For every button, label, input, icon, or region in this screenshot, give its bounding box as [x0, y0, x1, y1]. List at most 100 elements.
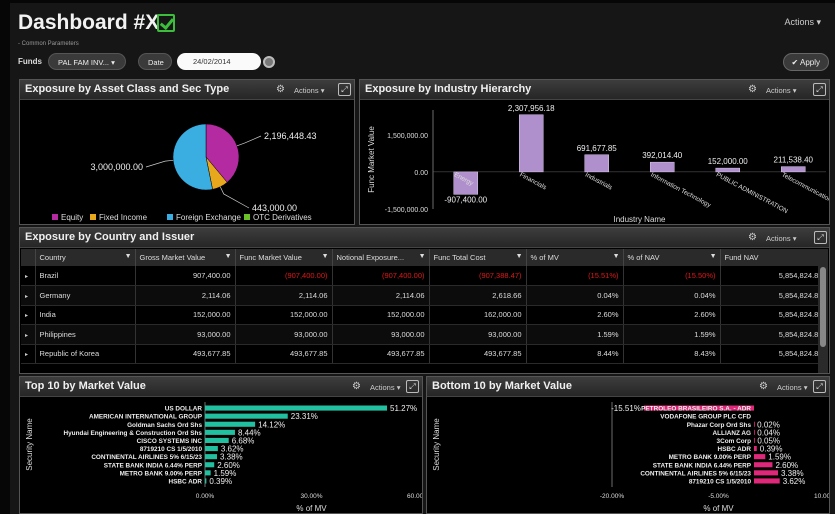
panel-actions[interactable]: Actions ▾	[777, 383, 807, 392]
table-cell: Germany	[35, 285, 136, 306]
panel-actions[interactable]: Actions ▾	[766, 86, 796, 95]
table-row[interactable]: ▸ Philippines 93,000.00 93,000.00 93,000.00 9…	[21, 324, 828, 345]
filter-icon[interactable]: ▼	[613, 253, 620, 260]
dashboard-window: Dashboard #X Actions ▾ - Common Paramete…	[10, 3, 835, 514]
chevron-down-icon: ▾	[111, 58, 115, 67]
table-cell: Brazil	[35, 266, 136, 286]
table-cell: Philippines	[35, 324, 136, 345]
table-cell: 93,000.00	[429, 324, 527, 345]
column-header[interactable]: Notional Exposure... ▼	[332, 249, 430, 266]
panel-actions-label: Actions	[766, 234, 791, 243]
row-expander[interactable]: ▸	[21, 285, 36, 306]
common-parameters-label: - Common Parameters	[18, 41, 79, 47]
gear-icon[interactable]: ⚙	[748, 84, 757, 95]
panel-header: Exposure by Industry Hierarchy ⚙ Actions…	[360, 80, 829, 100]
value-bar	[205, 437, 229, 443]
row-expander[interactable]: ▸	[21, 344, 36, 364]
table-cell: 2,114.06	[332, 285, 430, 306]
column-header-label: Func Total Cost	[433, 253, 486, 262]
panel-actions[interactable]: Actions ▾	[370, 383, 400, 392]
column-header-label: Notional Exposure...	[336, 253, 405, 262]
filter-icon[interactable]: ▼	[125, 253, 132, 260]
expand-icon[interactable]: ⤢	[338, 83, 351, 96]
table-row[interactable]: ▸ Republic of Korea 493,677.85 493,677.85 49…	[21, 344, 828, 364]
row-expander[interactable]: ▸	[21, 324, 36, 345]
x-tick-label: 0.00%	[196, 493, 215, 500]
chevron-right-icon[interactable]: ▸	[25, 294, 28, 300]
table-cell: 5,854,824.82	[720, 344, 828, 364]
value-bar	[205, 421, 256, 427]
panel-actions[interactable]: Actions ▾	[294, 86, 324, 95]
apply-button[interactable]: ✔ Apply	[782, 53, 829, 71]
filter-icon[interactable]: ▼	[322, 253, 329, 260]
column-header[interactable]: % of MV ▼	[526, 249, 624, 266]
actions-menu[interactable]: Actions ▾	[784, 17, 821, 28]
legend-label: Fixed Income	[99, 213, 148, 222]
table-cell: (15.50%)	[623, 266, 721, 286]
table-cell: 8.44%	[526, 344, 624, 364]
table-row[interactable]: ▸ India 152,000.00 152,000.00 152,000.00 162,…	[21, 305, 828, 325]
chevron-right-icon[interactable]: ▸	[25, 333, 28, 339]
chevron-right-icon[interactable]: ▸	[25, 313, 28, 319]
date-input[interactable]: 24/02/2014	[177, 53, 261, 70]
value-bar	[205, 446, 218, 452]
table-cell: 907,400.00	[135, 266, 236, 286]
gear-icon[interactable]: ⚙	[352, 381, 361, 392]
column-header[interactable]: Func Market Value ▼	[235, 249, 333, 266]
calendar-icon[interactable]	[263, 56, 275, 68]
table-row[interactable]: ▸ Brazil 907,400.00 (907,400.00) (907,400.00…	[21, 266, 828, 286]
filter-icon[interactable]: ▼	[516, 253, 523, 260]
pie-data-label: 443,000.00	[252, 203, 297, 213]
table-cell: 1.59%	[623, 324, 721, 345]
value-bar	[754, 478, 780, 484]
column-header[interactable]: Func Total Cost ▼	[429, 249, 527, 266]
table-cell: 152,000.00	[332, 305, 430, 325]
panel-actions[interactable]: Actions ▾	[766, 234, 796, 243]
table-cell: 5,854,824.82	[720, 305, 828, 325]
legend-label: Equity	[61, 213, 83, 222]
funds-select[interactable]: PAL FAM INV... ▾	[48, 53, 126, 70]
chevron-right-icon[interactable]: ▸	[25, 352, 28, 358]
chevron-right-icon[interactable]: ▸	[25, 274, 28, 280]
x-tick-label: Financials	[518, 171, 548, 191]
table-cell: 93,000.00	[235, 324, 333, 345]
funds-label: Funds	[18, 57, 42, 66]
scrollbar-thumb[interactable]	[820, 267, 826, 347]
column-header[interactable]: Gross Market Value ▼	[135, 249, 236, 266]
column-header[interactable]: Country ▼	[35, 249, 136, 266]
column-header[interactable]: % of NAV ▼	[623, 249, 721, 266]
table-cell: 1.59%	[526, 324, 624, 345]
industry-bar-chart: 1,500,000.00 0.00 -1,500,000.00 Func Market…	[367, 104, 829, 224]
gear-icon[interactable]: ⚙	[759, 381, 768, 392]
column-header[interactable]: Fund NAV▼	[720, 249, 828, 266]
parameters-row: Funds PAL FAM INV... ▾ Date 24/02/2014 ✔…	[10, 50, 835, 74]
filter-icon[interactable]: ▼	[419, 253, 426, 260]
bar-data-label: 152,000.00	[708, 157, 749, 166]
legend-swatch	[52, 214, 58, 220]
expand-icon[interactable]: ⤢	[406, 380, 419, 393]
gear-icon[interactable]: ⚙	[276, 84, 285, 95]
bar-data-label: 14.12%	[258, 420, 285, 429]
row-expander[interactable]: ▸	[21, 305, 36, 325]
checkmark-icon[interactable]	[157, 14, 175, 32]
value-bar	[205, 478, 207, 484]
table-cell: 493,677.85	[429, 344, 527, 364]
x-tick-label: -20.00%	[600, 493, 624, 500]
expand-icon[interactable]: ⤢	[813, 380, 826, 393]
row-expander[interactable]: ▸	[21, 266, 36, 286]
leader-line	[219, 186, 250, 209]
expand-icon[interactable]: ⤢	[814, 231, 827, 244]
table-scrollbar[interactable]	[818, 249, 828, 373]
table-row[interactable]: ▸ Germany 2,114.06 2,114.06 2,114.06 2,618.66…	[21, 285, 828, 306]
x-tick-label: Industrials	[584, 171, 614, 191]
gear-icon[interactable]: ⚙	[748, 232, 757, 243]
table-cell: 0.04%	[623, 285, 721, 306]
filter-icon[interactable]: ▼	[710, 253, 717, 260]
filter-icon[interactable]: ▼	[225, 253, 232, 260]
x-tick-label: 30.00%	[300, 493, 322, 500]
category-label: METRO BANK 9.00% PERP	[120, 470, 203, 477]
bar-data-label: 0.39%	[209, 477, 232, 486]
table-cell: 493,677.85	[135, 344, 236, 364]
leader-line	[145, 159, 174, 168]
expand-icon[interactable]: ⤢	[813, 83, 826, 96]
